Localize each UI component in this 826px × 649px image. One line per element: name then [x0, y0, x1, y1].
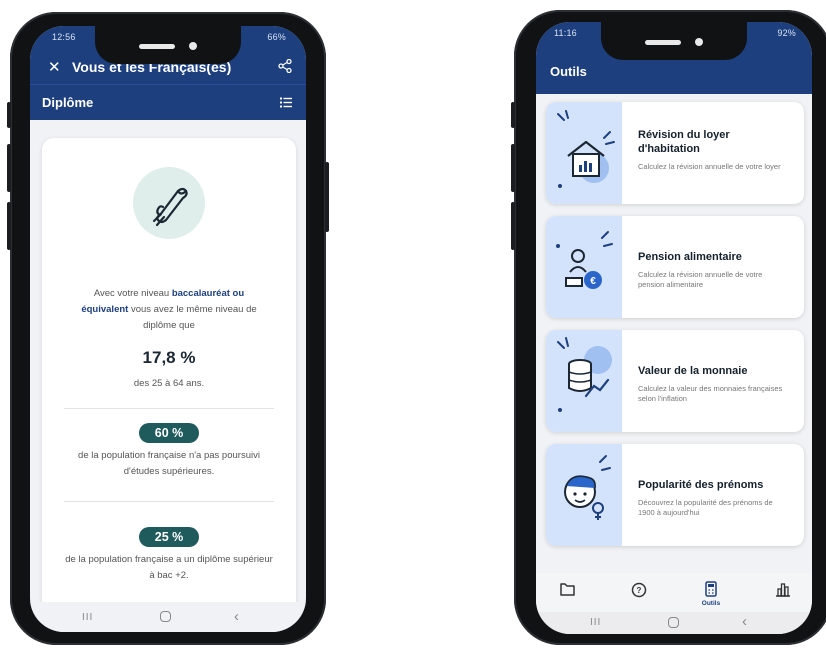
- home-button[interactable]: [160, 611, 171, 622]
- stat-badge: 60 %: [139, 423, 199, 443]
- tool-title: Pension alimentaire: [638, 251, 742, 263]
- divider: [64, 408, 274, 409]
- tool-title: Valeur de la monnaie: [638, 365, 748, 377]
- tab-statistics[interactable]: [760, 580, 806, 610]
- calculator-icon: [705, 581, 717, 597]
- coins-icon: [557, 337, 612, 412]
- status-battery: 92%: [777, 28, 796, 38]
- tab-outils[interactable]: Outils: [688, 580, 734, 610]
- tool-description: Calculez la valeur des monnaies français…: [638, 384, 783, 403]
- right-screen: 11:16 92% Outils Révision du loyer d'hab…: [536, 22, 812, 634]
- system-nav-bar: III ‹: [536, 612, 812, 634]
- tab-help[interactable]: ?: [616, 580, 662, 610]
- folder-icon: [560, 583, 575, 596]
- stat-text: de la population française a un diplôme …: [65, 554, 273, 581]
- status-battery: 66%: [267, 32, 286, 42]
- tab-label: Outils: [701, 600, 721, 607]
- tool-title: Révision du loyer d'habitation: [638, 129, 730, 155]
- notch: [601, 22, 747, 60]
- mute-button: [511, 102, 515, 128]
- tool-description: Calculez la révision annuelle de votre l…: [638, 162, 781, 171]
- divider: [64, 501, 274, 502]
- svg-text:?: ?: [637, 586, 642, 595]
- recent-apps-button[interactable]: III: [82, 612, 93, 623]
- tool-illustration: €: [546, 216, 622, 318]
- bottom-tab-bar: ? Outils: [536, 573, 812, 613]
- pension-icon: €: [556, 231, 613, 289]
- recent-apps-button[interactable]: III: [590, 617, 601, 628]
- tab-folder[interactable]: [544, 580, 590, 610]
- volume-up-button: [7, 144, 11, 192]
- left-phone-frame: 12:56 66% ✕ Vous et les Français(es) Dip…: [7, 12, 329, 645]
- tool-card-currency-value[interactable]: Valeur de la monnaie Calculez la valeur …: [546, 330, 804, 432]
- close-icon[interactable]: ✕: [48, 58, 61, 76]
- main-percent: 17,8 %: [142, 348, 196, 367]
- status-time: 11:16: [554, 28, 577, 38]
- list-icon[interactable]: [280, 97, 292, 108]
- tool-illustration: [546, 102, 622, 204]
- tool-illustration: [546, 444, 622, 546]
- volume-down-button: [7, 202, 11, 250]
- tool-description: Calculez la révision annuelle de votre p…: [638, 270, 763, 289]
- stat-badge: 25 %: [139, 527, 199, 547]
- home-button[interactable]: [668, 617, 679, 628]
- tool-card-rent-revision[interactable]: Révision du loyer d'habitation Calculez …: [546, 102, 804, 204]
- mute-button: [7, 102, 11, 128]
- diploma-card: Avec votre niveau baccalauréat ou équiva…: [42, 138, 296, 614]
- house-icon: [557, 110, 615, 188]
- diploma-icon: [152, 187, 188, 227]
- back-button[interactable]: ‹: [234, 608, 239, 625]
- tool-card-first-names[interactable]: Popularité des prénoms Découvrez la popu…: [546, 444, 804, 546]
- tool-title: Popularité des prénoms: [638, 479, 764, 491]
- tool-card-alimony[interactable]: € Pension alimentaire Calculez la révisi…: [546, 216, 804, 318]
- diploma-lead-text: Avec votre niveau baccalauréat ou équiva…: [81, 288, 257, 331]
- notch: [95, 26, 241, 64]
- tool-description: Découvrez la popularité des prénoms de 1…: [638, 498, 773, 517]
- bar-chart-icon: [776, 583, 790, 597]
- person-icon: [564, 455, 611, 520]
- share-icon[interactable]: [278, 59, 292, 73]
- volume-down-button: [511, 202, 515, 250]
- help-circle-icon: ?: [631, 582, 647, 598]
- status-time: 12:56: [52, 32, 76, 42]
- main-caption: des 25 à 64 ans.: [133, 378, 205, 389]
- section-title: Diplôme: [42, 95, 94, 110]
- stat-text: de la population française n'a pas pours…: [78, 450, 260, 477]
- page-title: Outils: [550, 64, 587, 79]
- right-phone-frame: 11:16 92% Outils Révision du loyer d'hab…: [511, 10, 826, 645]
- system-nav-bar: III ‹: [30, 602, 306, 632]
- back-button[interactable]: ‹: [742, 613, 747, 630]
- left-screen: 12:56 66% ✕ Vous et les Français(es) Dip…: [30, 26, 306, 632]
- tool-illustration: [546, 330, 622, 432]
- diploma-badge: [133, 167, 205, 239]
- power-button: [325, 162, 329, 232]
- section-header: Diplôme: [30, 84, 306, 120]
- svg-text:€: €: [590, 276, 596, 287]
- volume-up-button: [511, 144, 515, 192]
